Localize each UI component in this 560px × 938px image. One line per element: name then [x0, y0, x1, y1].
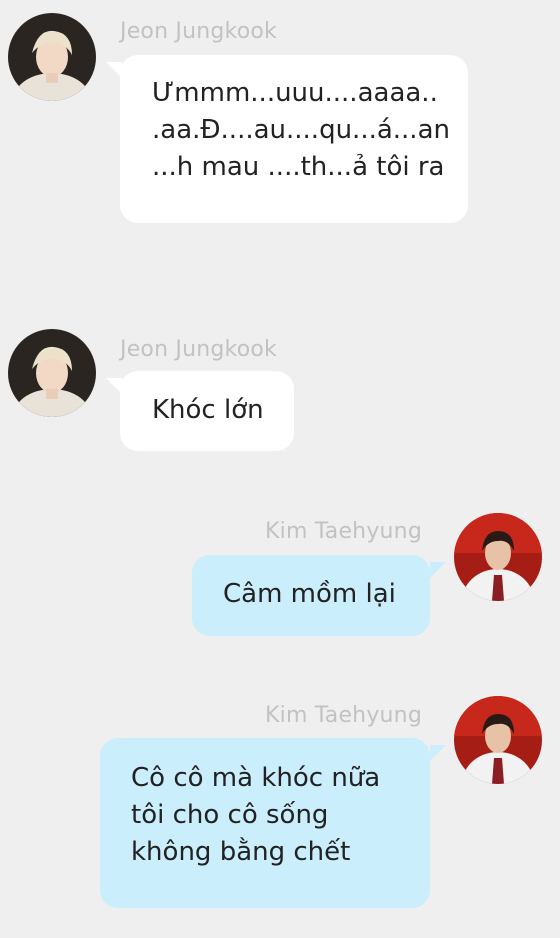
sender-name: Kim Taehyung — [265, 519, 422, 544]
sender-name: Jeon Jungkook — [120, 19, 277, 44]
avatar-icon — [454, 513, 542, 601]
message-text-line: ...h mau ....th...ả tôi ra — [152, 152, 445, 182]
message-text-line: không bằng chết — [131, 837, 351, 867]
message-text-line: .aa.Đ....au....qu...á...an — [152, 115, 450, 145]
bubble-tail — [430, 562, 446, 578]
message-bubble[interactable]: Cô cô mà khóc nữa tôi cho cô sống không … — [100, 738, 430, 908]
bubble-tail — [430, 745, 446, 761]
message-text-line: Cô cô mà khóc nữa — [131, 763, 381, 793]
avatar[interactable] — [8, 329, 96, 417]
message-text-line: Khóc lớn — [152, 395, 264, 425]
avatar[interactable] — [8, 13, 96, 101]
avatar-icon — [8, 329, 96, 417]
message-text-line: Ưmmm...uuu....aaaa.. — [152, 78, 438, 108]
message-text-line: tôi cho cô sống — [131, 800, 329, 830]
message-text-line: Câm mồm lại — [223, 579, 396, 609]
avatar-icon — [8, 13, 96, 101]
message-bubble[interactable]: Khóc lớn — [120, 371, 294, 451]
avatar[interactable] — [454, 696, 542, 784]
message-row: Kim Taehyung Cô cô mà khóc nữa tôi cho c… — [0, 683, 560, 923]
avatar-icon — [454, 696, 542, 784]
message-bubble[interactable]: Câm mồm lại — [192, 555, 430, 636]
message-bubble[interactable]: Ưmmm...uuu....aaaa.. .aa.Đ....au....qu..… — [120, 55, 468, 223]
message-row: Jeon Jungkook Ưmmm...uuu....aaaa.. .aa.Đ… — [0, 0, 560, 240]
message-row: Jeon Jungkook Khóc lớn — [0, 320, 560, 460]
sender-name: Kim Taehyung — [265, 703, 422, 728]
avatar[interactable] — [454, 513, 542, 601]
sender-name: Jeon Jungkook — [120, 337, 277, 362]
message-row: Kim Taehyung Câm mồm lại — [0, 500, 560, 650]
